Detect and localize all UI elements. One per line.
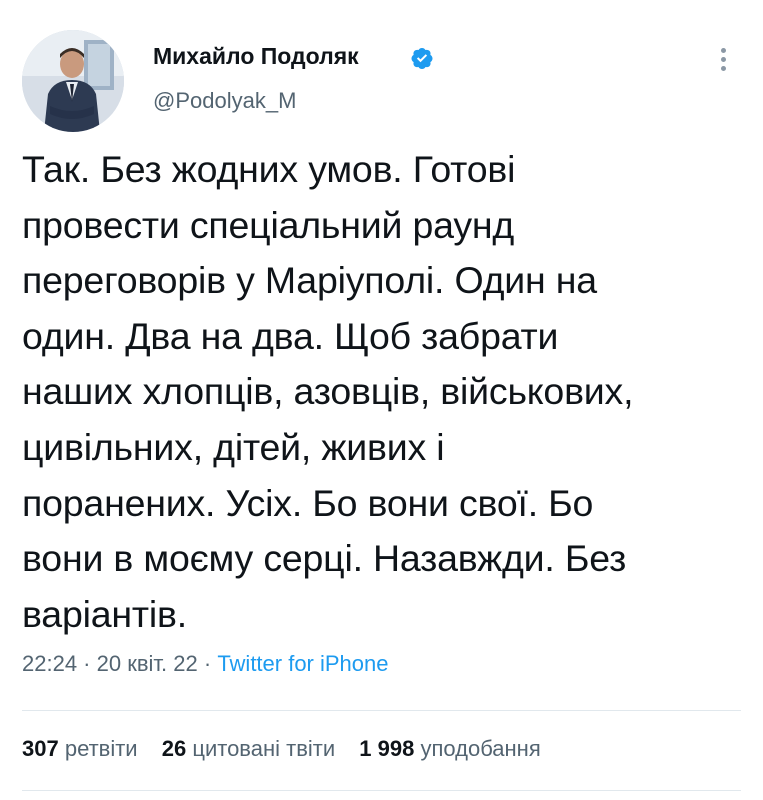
more-options-icon[interactable]: [710, 44, 736, 78]
verified-badge-icon: [411, 48, 433, 69]
tweet-card: Михайло Подоляк @Podolyak_M Так. Без жод…: [0, 0, 763, 800]
author-handle[interactable]: @Podolyak_M: [153, 88, 296, 114]
quotes-stat[interactable]: 26 цитовані твіти: [162, 736, 335, 761]
meta-separator: ·: [77, 651, 97, 676]
tweet-meta: 22:24 · 20 квіт. 22 · Twitter for iPhone: [22, 651, 389, 677]
tweet-text: Так. Без жодних умов. Готові провести сп…: [22, 148, 634, 635]
likes-stat[interactable]: 1 998 уподобання: [359, 736, 540, 761]
retweets-stat[interactable]: 307 ретвіти: [22, 736, 138, 761]
tweet-stats: 307 ретвіти 26 цитовані твіти 1 998 упод…: [22, 736, 541, 762]
retweets-label: ретвіти: [64, 736, 138, 761]
likes-count: 1 998: [359, 736, 415, 761]
retweets-count: 307: [22, 736, 59, 761]
meta-separator: ·: [197, 651, 218, 676]
quotes-label: цитовані твіти: [192, 736, 336, 761]
avatar[interactable]: [22, 30, 124, 132]
tweet-time[interactable]: 22:24: [22, 651, 77, 676]
tweet-source-link[interactable]: Twitter for iPhone: [217, 651, 388, 676]
divider: [22, 790, 741, 791]
divider: [22, 710, 741, 711]
quotes-count: 26: [161, 736, 187, 761]
author-name[interactable]: Михайло Подоляк: [153, 43, 359, 70]
likes-label: уподобання: [420, 736, 541, 761]
tweet-date[interactable]: 20 квіт. 22: [97, 651, 198, 676]
